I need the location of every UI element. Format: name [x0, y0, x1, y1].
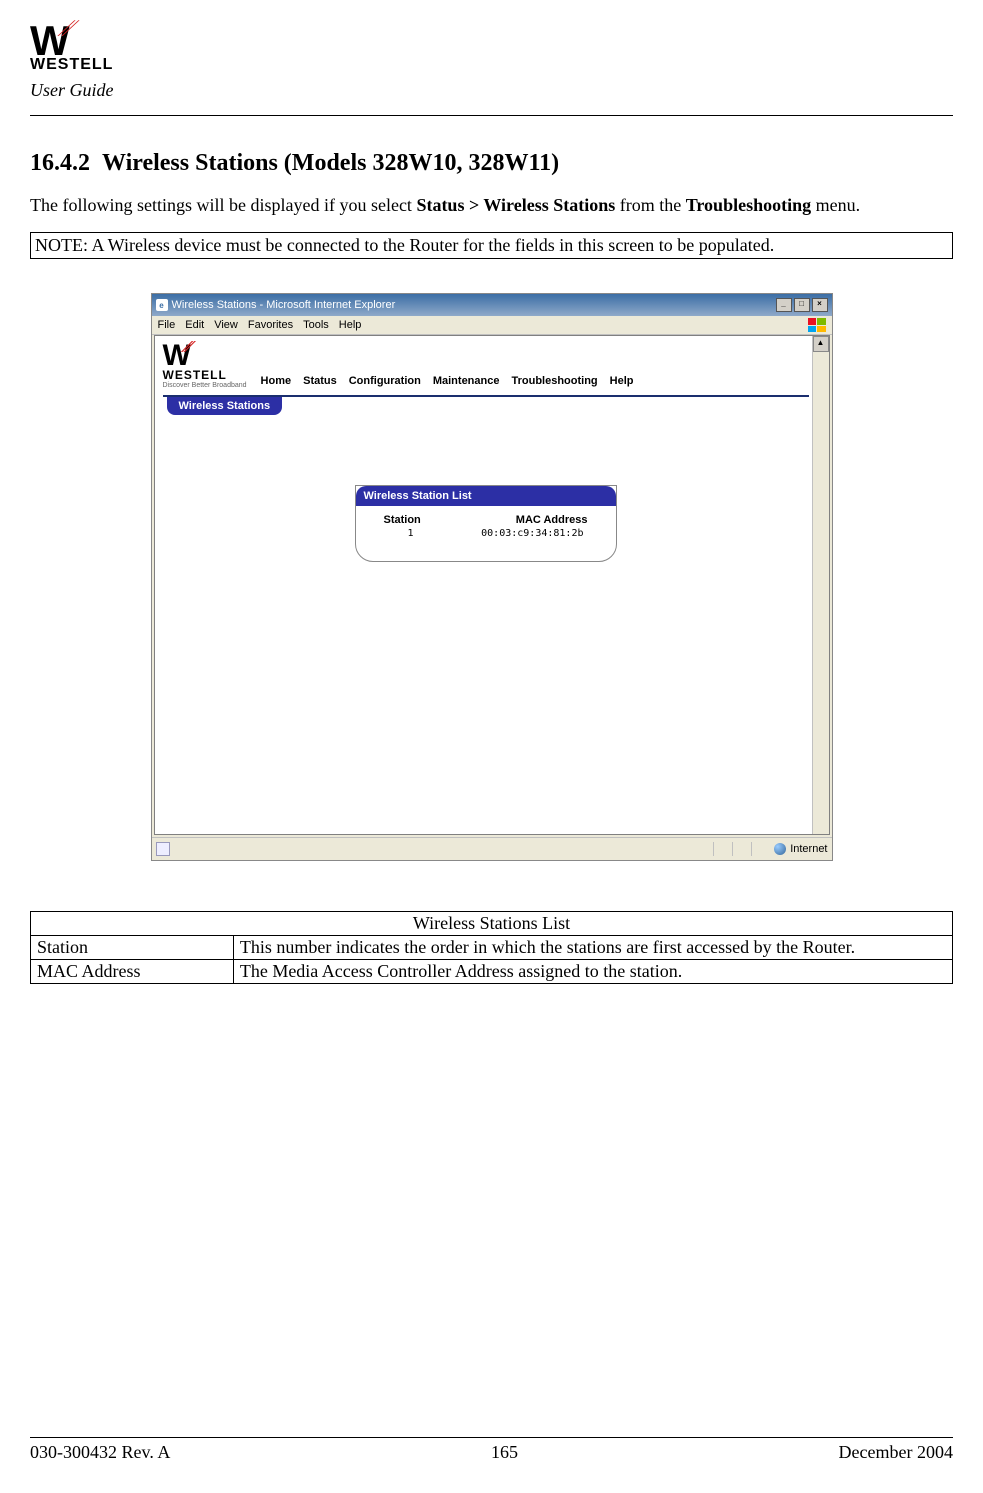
- internet-zone-icon: [774, 843, 786, 855]
- brand-logo: W ⁄⁄ WESTELL: [30, 20, 953, 74]
- minimize-button[interactable]: _: [776, 298, 792, 312]
- router-swoosh-icon: ⁄⁄: [182, 342, 192, 355]
- maximize-button[interactable]: □: [794, 298, 810, 312]
- browser-title: Wireless Stations - Microsoft Internet E…: [172, 299, 396, 311]
- browser-menubar: File Edit View Favorites Tools Help: [152, 316, 832, 335]
- description-table: Wireless Stations List Station This numb…: [30, 911, 953, 984]
- done-icon: [156, 842, 170, 856]
- router-logo: W⁄⁄ WESTELL Discover Better Broadband: [163, 344, 247, 389]
- browser-content: ▲ W⁄⁄ WESTELL Discover Better Broadband …: [154, 335, 830, 835]
- cell-label: MAC Address: [31, 960, 234, 984]
- ie-icon: e: [156, 299, 168, 311]
- intro-middle: from the: [615, 195, 685, 215]
- footer-left: 030-300432 Rev. A: [30, 1442, 170, 1463]
- table-title: Wireless Stations List: [31, 912, 953, 936]
- cell-station: 1: [408, 528, 414, 539]
- footer-center: 165: [491, 1442, 518, 1463]
- nav-configuration[interactable]: Configuration: [349, 375, 421, 387]
- router-tagline: Discover Better Broadband: [163, 382, 247, 389]
- footer-right: December 2004: [839, 1442, 953, 1463]
- wireless-station-card: Wireless Station List Station MAC Addres…: [355, 485, 617, 562]
- browser-window: e Wireless Stations - Microsoft Internet…: [151, 293, 833, 861]
- status-seg: [751, 842, 770, 856]
- nav-status[interactable]: Status: [303, 375, 337, 387]
- menu-file[interactable]: File: [158, 319, 176, 331]
- cell-desc: This number indicates the order in which…: [233, 936, 952, 960]
- section-title: Wireless Stations (Models 328W10, 328W11…: [102, 150, 559, 176]
- tab-wireless-stations[interactable]: Wireless Stations: [167, 397, 283, 415]
- status-seg: [732, 842, 751, 856]
- intro-paragraph: The following settings will be displayed…: [30, 195, 953, 216]
- col-mac-address: MAC Address: [516, 514, 588, 526]
- nav-troubleshooting[interactable]: Troubleshooting: [511, 375, 597, 387]
- menu-help[interactable]: Help: [339, 319, 362, 331]
- user-guide-label: User Guide: [30, 80, 953, 101]
- cell-mac: 00:03:c9:34:81:2b: [481, 528, 583, 539]
- header-rule: [30, 115, 953, 116]
- close-button[interactable]: ×: [812, 298, 828, 312]
- scroll-up-icon[interactable]: ▲: [813, 336, 829, 352]
- section-heading: 16.4.2 Wireless Stations (Models 328W10,…: [30, 150, 953, 177]
- menu-favorites[interactable]: Favorites: [248, 319, 293, 331]
- intro-prefix: The following settings will be displayed…: [30, 195, 416, 215]
- nav-help[interactable]: Help: [610, 375, 634, 387]
- menu-tools[interactable]: Tools: [303, 319, 329, 331]
- status-seg: [713, 842, 732, 856]
- nav-maintenance[interactable]: Maintenance: [433, 375, 500, 387]
- menu-edit[interactable]: Edit: [185, 319, 204, 331]
- status-zone: Internet: [790, 843, 827, 855]
- cell-label: Station: [31, 936, 234, 960]
- note-box: NOTE: A Wireless device must be connecte…: [30, 232, 953, 259]
- scrollbar[interactable]: ▲: [812, 336, 829, 834]
- intro-bold-path: Status > Wireless Stations: [416, 195, 615, 215]
- intro-suffix: menu.: [811, 195, 860, 215]
- table-row: MAC Address The Media Access Controller …: [31, 960, 953, 984]
- browser-titlebar: e Wireless Stations - Microsoft Internet…: [152, 294, 832, 316]
- cell-desc: The Media Access Controller Address assi…: [233, 960, 952, 984]
- section-number: 16.4.2: [30, 150, 90, 176]
- nav-home[interactable]: Home: [261, 375, 292, 387]
- router-nav: Home Status Configuration Maintenance Tr…: [261, 375, 634, 389]
- windows-flag-icon: [808, 318, 826, 332]
- intro-bold-menu: Troubleshooting: [686, 195, 811, 215]
- col-station: Station: [384, 514, 421, 526]
- table-row: Station This number indicates the order …: [31, 936, 953, 960]
- card-header: Wireless Station List: [356, 486, 616, 506]
- browser-statusbar: Internet: [152, 837, 832, 860]
- table-row: 1 00:03:c9:34:81:2b: [366, 526, 606, 539]
- menu-view[interactable]: View: [214, 319, 238, 331]
- page-footer: 030-300432 Rev. A 165 December 2004: [30, 1437, 953, 1463]
